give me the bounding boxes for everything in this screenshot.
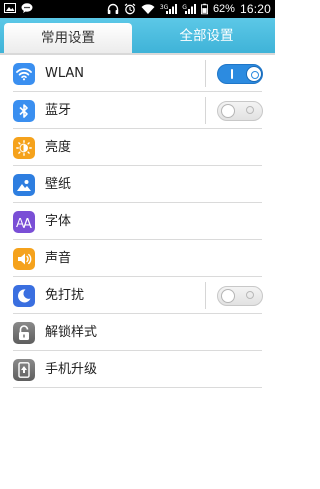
settings-row-label: 亮度 (45, 140, 72, 155)
brightness-icon (13, 137, 35, 159)
settings-row-font[interactable]: A A 字体 (0, 203, 275, 240)
settings-row-label: 壁纸 (45, 177, 72, 192)
wifi-icon (13, 63, 35, 85)
phone-upgrade-icon (13, 359, 35, 381)
font-icon: A A (13, 211, 35, 233)
settings-row-do-not-disturb[interactable]: 免打扰 (0, 277, 275, 314)
settings-row-wlan[interactable]: WLAN (0, 55, 275, 92)
settings-row-unlock-style[interactable]: 解锁样式 (0, 314, 275, 351)
toggle-knob (221, 289, 235, 303)
settings-row-label: 手机升级 (45, 362, 98, 377)
toggle-off-mark (246, 291, 254, 299)
sound-icon (13, 248, 35, 270)
settings-row-phone-upgrade[interactable]: 手机升级 (0, 351, 275, 388)
do-not-disturb-icon (13, 285, 35, 307)
bluetooth-icon (13, 100, 35, 122)
settings-row-label: 声音 (45, 251, 72, 266)
alarm-clock-icon (124, 3, 136, 15)
toggle-knob (221, 104, 235, 118)
wallpaper-icon (13, 174, 35, 196)
settings-row-label: 蓝牙 (45, 103, 72, 118)
row-separator (205, 60, 206, 87)
clock-time: 16:20 (239, 2, 271, 16)
tab-common-settings[interactable]: 常用设置 (4, 23, 132, 53)
do-not-disturb-toggle[interactable] (217, 286, 263, 306)
status-bar: 3G G 62% 16:20 (0, 0, 275, 18)
message-notification-icon (21, 3, 33, 13)
settings-row-brightness[interactable]: 亮度 (0, 129, 275, 166)
row-divider (13, 387, 262, 388)
toggle-knob (246, 66, 262, 82)
headphones-icon (107, 3, 119, 14)
status-bar-left (4, 2, 33, 14)
toggle-on-mark (231, 69, 233, 79)
bluetooth-toggle[interactable] (217, 101, 263, 121)
status-bar-right: 3G G 62% 16:20 (107, 0, 271, 18)
settings-row-label: 解锁样式 (45, 325, 98, 340)
network-type-label-2: G (182, 3, 196, 15)
battery-percentage: 62% (212, 3, 235, 15)
settings-tab-bar: 常用设置 全部设置 (0, 18, 275, 53)
settings-row-sound[interactable]: 声音 (0, 240, 275, 277)
settings-row-label: 免打扰 (45, 288, 85, 303)
settings-row-bluetooth[interactable]: 蓝牙 (0, 92, 275, 129)
svg-text:A: A (23, 217, 32, 230)
settings-row-label: WLAN (45, 66, 85, 81)
wifi-status-icon (141, 4, 155, 14)
battery-icon (200, 3, 208, 15)
network-type-label-1: 3G (160, 3, 178, 15)
wlan-toggle[interactable] (217, 64, 263, 84)
unlock-style-icon (13, 322, 35, 344)
gallery-notification-icon (4, 3, 16, 13)
row-separator (205, 97, 206, 124)
settings-row-wallpaper[interactable]: 壁纸 (0, 166, 275, 203)
row-separator (205, 282, 206, 309)
tab-all-settings[interactable]: 全部设置 (138, 18, 275, 53)
toggle-off-mark (246, 106, 254, 114)
settings-row-label: 字体 (45, 214, 72, 229)
